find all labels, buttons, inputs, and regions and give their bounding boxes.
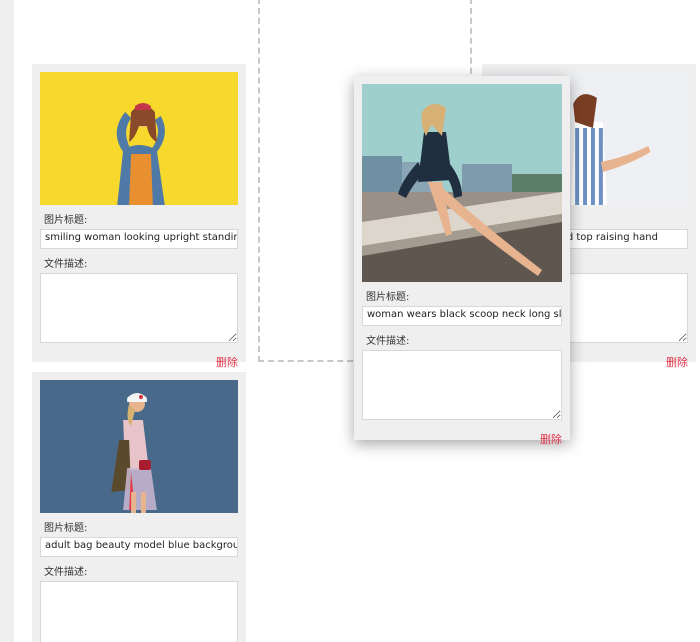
image-thumbnail: [40, 380, 238, 513]
title-input[interactable]: smiling woman looking upright standing a…: [40, 229, 238, 249]
image-card[interactable]: 图片标题: adult bag beauty model blue backgr…: [32, 372, 246, 642]
title-label: 图片标题:: [44, 523, 88, 534]
delete-row: 删除: [40, 351, 238, 370]
photo-model-blue-icon: [40, 380, 238, 513]
title-label: 图片标题:: [44, 215, 88, 226]
description-textarea[interactable]: [362, 350, 562, 420]
image-card-dragging[interactable]: 图片标题: woman wears black scoop neck long …: [354, 76, 570, 446]
photo-woman-sitting-icon: [362, 84, 562, 282]
left-rail: [0, 0, 14, 642]
delete-button[interactable]: 删除: [540, 433, 562, 446]
image-card[interactable]: 图片标题: smiling woman looking upright stan…: [32, 64, 246, 369]
title-input[interactable]: woman wears black scoop neck long sleeve…: [362, 306, 562, 326]
photo-woman-yellow-icon: [40, 72, 238, 205]
image-thumbnail: [40, 72, 238, 205]
title-label: 图片标题:: [366, 292, 410, 303]
title-input[interactable]: adult bag beauty model blue background f…: [40, 537, 238, 557]
image-thumbnail: [362, 84, 562, 282]
gallery-editor: 图片标题: smiling woman looking upright stan…: [0, 0, 700, 642]
delete-row: 删除: [362, 428, 562, 447]
description-textarea[interactable]: [40, 273, 238, 343]
desc-label: 文件描述:: [366, 336, 410, 347]
desc-label: 文件描述:: [44, 259, 88, 270]
description-textarea[interactable]: [40, 581, 238, 642]
delete-button[interactable]: 删除: [216, 356, 238, 369]
delete-button[interactable]: 删除: [666, 356, 688, 369]
desc-label: 文件描述:: [44, 567, 88, 578]
